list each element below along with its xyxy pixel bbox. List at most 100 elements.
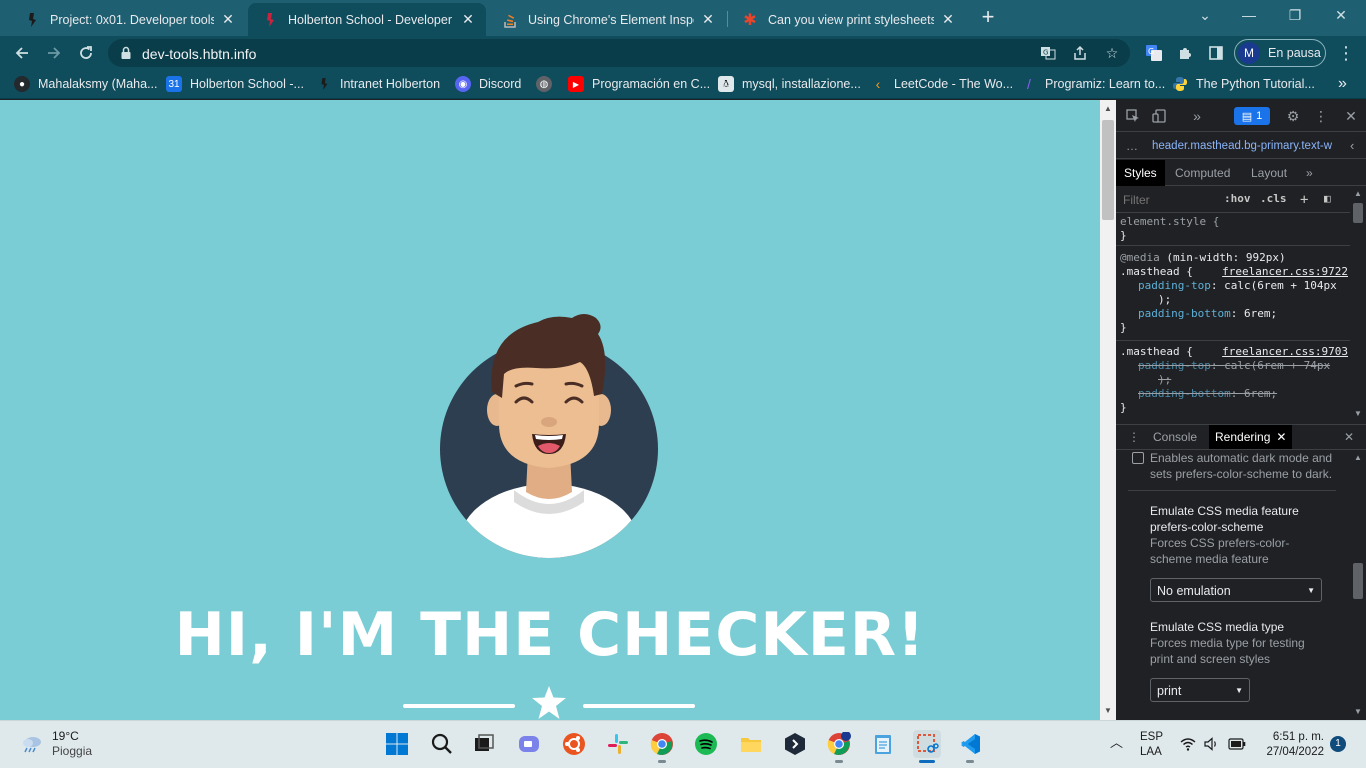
close-tab-icon[interactable]: ✕ [700,11,716,28]
tab-computed[interactable]: Computed [1167,160,1238,186]
clock[interactable]: 6:51 p. m. 27/04/2022 [1258,730,1324,760]
bookmark-star-icon[interactable]: ☆ [1102,43,1122,63]
scroll-thumb[interactable] [1102,120,1114,220]
media-type-select[interactable]: print ▼ [1150,678,1250,702]
close-tab-icon[interactable]: ✕ [940,11,956,28]
task-view-icon[interactable] [470,730,498,758]
bookmark-item[interactable]: 🐧︎ mysql, installazione... [718,76,861,92]
issues-badge[interactable]: ▤ 1 [1234,107,1270,125]
hov-toggle[interactable]: :hov [1224,192,1251,205]
wifi-icon[interactable] [1180,737,1196,756]
weather-widget[interactable]: 19°C Pioggia [20,729,92,759]
masthead-rule[interactable]: .masthead {freelancer.css:9703 padding-t… [1120,345,1348,415]
tab-search-chevron-icon[interactable]: ⌄ [1182,0,1228,30]
new-tab-button[interactable]: + [976,6,1000,30]
scroll-up-arrow-icon[interactable]: ▲ [1354,453,1362,462]
battery-icon[interactable] [1228,738,1246,755]
tab-layout[interactable]: Layout [1243,160,1295,186]
tray-overflow-icon[interactable]: ︿ [1110,735,1123,750]
masthead-media-rule[interactable]: @media (min-width: 992px) .masthead {fre… [1120,251,1348,335]
notification-badge[interactable]: 1 [1330,736,1346,752]
bookmark-item[interactable]: Intranet Holberton [316,76,440,92]
extensions-puzzle-icon[interactable] [1173,41,1197,65]
bookmark-item[interactable]: The Python Tutorial... [1172,76,1315,92]
tab-rendering[interactable]: Rendering ✕ [1209,425,1293,449]
scroll-down-arrow-icon[interactable]: ▼ [1104,706,1112,715]
scroll-up-arrow-icon[interactable]: ▲ [1354,189,1362,198]
css-value[interactable]: calc(6rem + 104px [1224,279,1337,292]
rendering-scrollbar[interactable]: ▲ ▼ [1350,451,1366,720]
toggle-sidebar-icon[interactable]: ◧ [1324,192,1331,205]
search-icon[interactable] [428,730,456,758]
translate-icon[interactable]: G [1038,43,1058,63]
styles-scrollbar[interactable]: ▲ ▼ [1350,187,1366,421]
cls-toggle[interactable]: .cls [1260,192,1287,205]
bookmark-item[interactable]: ◍ [536,76,560,92]
close-tab-icon[interactable]: ✕ [220,11,236,28]
css-property-overridden[interactable]: padding-top [1138,359,1211,372]
forward-button[interactable] [42,41,66,65]
css-property[interactable]: padding-bottom [1138,307,1231,320]
address-bar[interactable]: dev-tools.hbtn.info G ☆ [108,39,1130,67]
back-button[interactable] [10,41,34,65]
scroll-thumb[interactable] [1353,203,1363,223]
bookmarks-overflow-icon[interactable]: » [1338,75,1347,93]
tab-project[interactable]: Project: 0x01. Developer tools | H ✕ [10,3,246,36]
slack-icon[interactable] [604,730,632,758]
drawer-menu-icon[interactable]: ⋮ [1128,425,1140,449]
scroll-thumb[interactable] [1353,563,1363,599]
tab-holberton-devtools[interactable]: Holberton School - Developer to ✕ [248,3,486,36]
windows-start-icon[interactable] [383,730,411,758]
google-translate-extension-icon[interactable]: G [1142,41,1166,65]
close-tab-icon[interactable]: ✕ [1276,430,1286,444]
teams-chat-icon[interactable] [515,730,543,758]
dark-mode-checkbox[interactable] [1132,452,1144,464]
bookmark-item[interactable]: / Programiz: Learn to... [1021,76,1165,92]
reload-button[interactable] [74,41,98,65]
tab-styles[interactable]: Styles [1116,160,1165,186]
devtools-menu-icon[interactable]: ⋮ [1312,107,1330,125]
maximize-button[interactable]: ❐ [1272,0,1318,30]
bookmark-item[interactable]: ● Mahalaksmy (Maha... [14,76,157,92]
notepad-icon[interactable] [869,730,897,758]
breadcrumb-node[interactable]: header.masthead.bg-primary.text-w [1152,140,1342,152]
minimize-button[interactable]: — [1226,0,1272,30]
source-link[interactable]: freelancer.css:9722 [1222,265,1348,279]
close-drawer-icon[interactable]: ✕ [1344,425,1354,449]
bookmark-item[interactable]: ▶ Programación en C... [568,76,710,92]
volume-icon[interactable] [1204,737,1220,756]
more-tabs-icon[interactable]: » [1298,160,1321,186]
css-property-overridden[interactable]: padding-bottom [1138,387,1231,400]
chrome-icon[interactable] [648,730,676,763]
breadcrumb-ellipsis[interactable]: … [1126,139,1138,153]
scroll-down-arrow-icon[interactable]: ▼ [1354,409,1362,418]
tab-chrome-inspector[interactable]: Using Chrome's Element Inspecto ✕ [488,3,726,36]
element-style-rule[interactable]: element.style { } [1120,215,1348,243]
bookmark-item[interactable]: ◉ Discord [455,76,521,92]
close-devtools-icon[interactable]: ✕ [1342,107,1360,125]
close-tab-icon[interactable]: ✕ [460,11,476,28]
add-rule-icon[interactable]: + [1300,192,1308,208]
page-scrollbar[interactable]: ▲ ▼ [1100,100,1116,720]
spotify-icon[interactable] [692,730,720,758]
close-window-button[interactable]: ✕ [1318,0,1364,30]
scroll-up-arrow-icon[interactable]: ▲ [1104,104,1112,113]
profile-button[interactable]: M En pausa [1234,39,1326,67]
more-panels-icon[interactable]: » [1188,107,1206,125]
dev-app-icon[interactable] [781,730,809,758]
settings-gear-icon[interactable]: ⚙ [1284,107,1302,125]
color-scheme-select[interactable]: No emulation ▼ [1150,578,1322,602]
scroll-down-arrow-icon[interactable]: ▼ [1354,707,1362,716]
side-panel-icon[interactable] [1204,41,1228,65]
language-indicator[interactable]: ESP LAA [1140,730,1163,760]
chrome-profile-icon[interactable] [825,730,853,763]
ubuntu-icon[interactable] [560,730,588,758]
share-icon[interactable] [1070,43,1090,63]
kebab-menu-icon[interactable]: ⋮ [1334,41,1358,65]
bookmark-item[interactable]: 31 Holberton School -... [166,76,304,92]
css-property[interactable]: padding-top [1138,279,1211,292]
vscode-icon[interactable] [956,730,984,763]
chevron-left-icon[interactable]: ‹ [1350,138,1354,153]
bookmark-item[interactable]: ‹ LeetCode - The Wo... [870,76,1013,92]
device-toolbar-icon[interactable] [1150,107,1168,125]
